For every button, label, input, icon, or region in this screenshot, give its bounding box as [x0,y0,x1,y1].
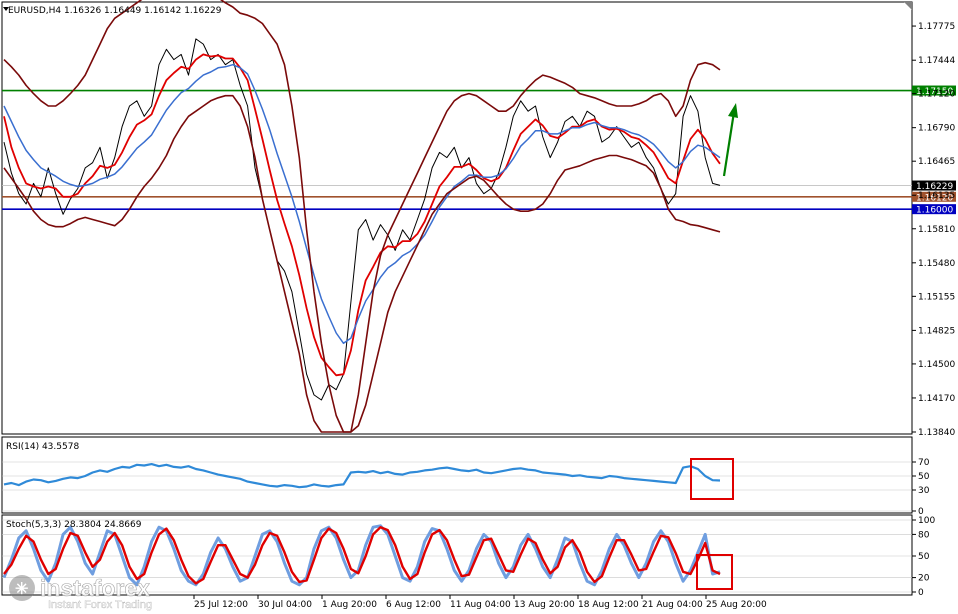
y-tick-label: 1.13840 [918,428,955,438]
y-tick-label: 30 [918,486,930,496]
price-panel-frame [1,1,913,435]
x-tick-label: 25 Aug 20:00 [706,600,767,610]
y-tick-label: 1.16465 [918,157,955,167]
time-axis: 25 Jul 12:00 30 Jul 04:00 1 Aug 20:00 6 Aug… [193,595,767,610]
y-tick-label: 1.15480 [918,259,955,269]
watermark: ✳ instaforex Instant Forex Trading [9,575,152,611]
x-tick-label: 6 Aug 12:00 [386,600,441,610]
y-tick-label: 20 [918,574,930,584]
y-tick-label: 0 [918,588,924,598]
brand-logo-mark: ✳ [15,581,28,598]
stoch-label: Stoch(5,3,3) 28.3804 24.8669 [6,520,142,530]
brand-tagline: Instant Forex Trading [48,599,152,611]
y-tick-label: 1.14170 [918,394,955,404]
stoch-axis: 100 80 50 20 0 [912,516,935,598]
y-tick-label: 1.16790 [918,124,955,134]
y-tick-label: 1.17120 [918,90,955,100]
y-tick-label: 1.17444 [918,56,955,66]
rsi-label: RSI(14) 43.5578 [6,442,79,452]
x-tick-label: 18 Aug 12:00 [578,600,639,610]
rsi-axis: 7050300 [912,458,930,517]
x-tick-label: 11 Aug 04:00 [450,600,511,610]
price-axis: 1.17775 1.17444 1.17120 1.16790 1.16465 1.161… [912,22,955,438]
brand-name: instaforex [40,575,150,601]
x-tick-label: 1 Aug 20:00 [322,600,377,610]
y-tick-label: 50 [918,472,930,482]
x-tick-label: 13 Aug 20:00 [514,600,575,610]
y-tick-label: 70 [918,458,930,468]
y-tick-label: 1.16135 [918,191,955,201]
x-tick-label: 30 Jul 04:00 [258,600,312,610]
y-tick-label: 80 [918,530,930,540]
y-tick-label: 100 [918,516,935,526]
y-tick-label: 1.15155 [918,292,955,302]
x-tick-label: 25 Jul 12:00 [194,600,248,610]
price-panel: 1.171501.162291.161201.16000 1.177751.17… [1,0,956,438]
y-tick-label: 50 [918,552,930,562]
y-tick-label: 1.14825 [918,326,955,336]
y-tick-label: 1.15810 [918,225,955,235]
y-tick-label: 1.14500 [918,360,955,370]
chart-title: EURUSD,H4 1.16326 1.16449 1.16142 1.1622… [8,6,222,16]
y-tick-label: 1.17775 [918,22,955,32]
rsi-panel: 7050300 RSI(14) 43.5578 [1,436,930,517]
trading-chart: 1.171501.162291.161201.16000 1.177751.17… [1,0,956,611]
x-tick-label: 21 Aug 04:00 [642,600,703,610]
rsi-panel-frame [1,436,913,514]
level-price-label: 1.16000 [916,206,953,216]
